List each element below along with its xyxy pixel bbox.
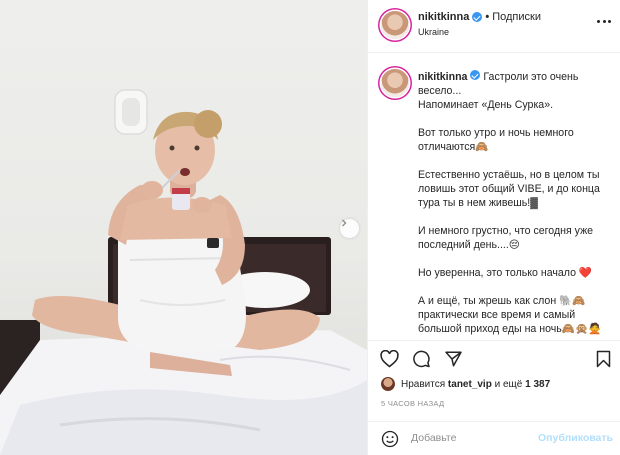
- caption-paragraph: А и ещё, ты жрешь как слон 🐘🙈 практическ…: [418, 295, 602, 335]
- caption-paragraph: И немного грустно, что сегодня уже после…: [418, 225, 597, 251]
- post-photo[interactable]: [0, 0, 367, 455]
- comment-icon[interactable]: [412, 350, 431, 368]
- emoji-smile-icon[interactable]: [381, 430, 399, 448]
- caption-paragraph: Но уверенна, это только начало ❤️: [418, 267, 593, 279]
- comment-input[interactable]: [411, 430, 531, 446]
- header-separator: •: [485, 11, 490, 23]
- caption-text: nikitkinna Гастроли это очень весело... …: [418, 70, 614, 340]
- header-user-line: nikitkinna • Подписки: [418, 11, 541, 23]
- heart-icon[interactable]: [380, 350, 399, 368]
- chevron-right-icon: [342, 219, 347, 227]
- liker-avatar[interactable]: [381, 377, 395, 391]
- caption-paragraph: Естественно устаёшь, но в целом ты ловиш…: [418, 169, 603, 209]
- likes-summary: Нравится tanet_vip и ещё 1 387: [381, 376, 550, 392]
- post-location[interactable]: Ukraine: [418, 27, 449, 37]
- paper-plane-icon[interactable]: [444, 350, 463, 368]
- liker-username[interactable]: tanet_vip: [448, 379, 492, 390]
- post-timestamp[interactable]: 5 часов назад: [381, 399, 444, 408]
- caption-username[interactable]: nikitkinna: [418, 71, 467, 83]
- likes-middle: и ещё: [494, 378, 523, 390]
- bookmark-icon[interactable]: [595, 350, 612, 368]
- post-actions-bar: [368, 340, 620, 376]
- comment-bar: Опубликовать: [368, 421, 620, 455]
- verified-badge-icon: [470, 70, 481, 80]
- following-button[interactable]: Подписки: [492, 11, 541, 23]
- caption-paragraph: Вот только утро и ночь немного отличаютс…: [418, 127, 577, 153]
- caption-paragraph: nikitkinna Гастроли это очень весело... …: [418, 70, 614, 112]
- likes-prefix: Нравится: [401, 378, 446, 390]
- author-username[interactable]: nikitkinna: [418, 11, 469, 23]
- next-photo-button[interactable]: [340, 219, 359, 238]
- post-side-panel: nikitkinna • Подписки Ukraine nikitkinna…: [367, 0, 620, 455]
- verified-badge-icon: [472, 12, 483, 22]
- publish-button[interactable]: Опубликовать: [538, 432, 613, 444]
- more-options-icon[interactable]: [597, 18, 611, 24]
- photo-illustration: [0, 89, 367, 455]
- post-header: nikitkinna • Подписки Ukraine: [368, 0, 620, 53]
- author-avatar[interactable]: [381, 11, 409, 39]
- post-caption: nikitkinna Гастроли это очень весело... …: [368, 53, 620, 340]
- likes-count[interactable]: 1 387: [525, 379, 550, 390]
- caption-author-avatar[interactable]: [381, 69, 409, 97]
